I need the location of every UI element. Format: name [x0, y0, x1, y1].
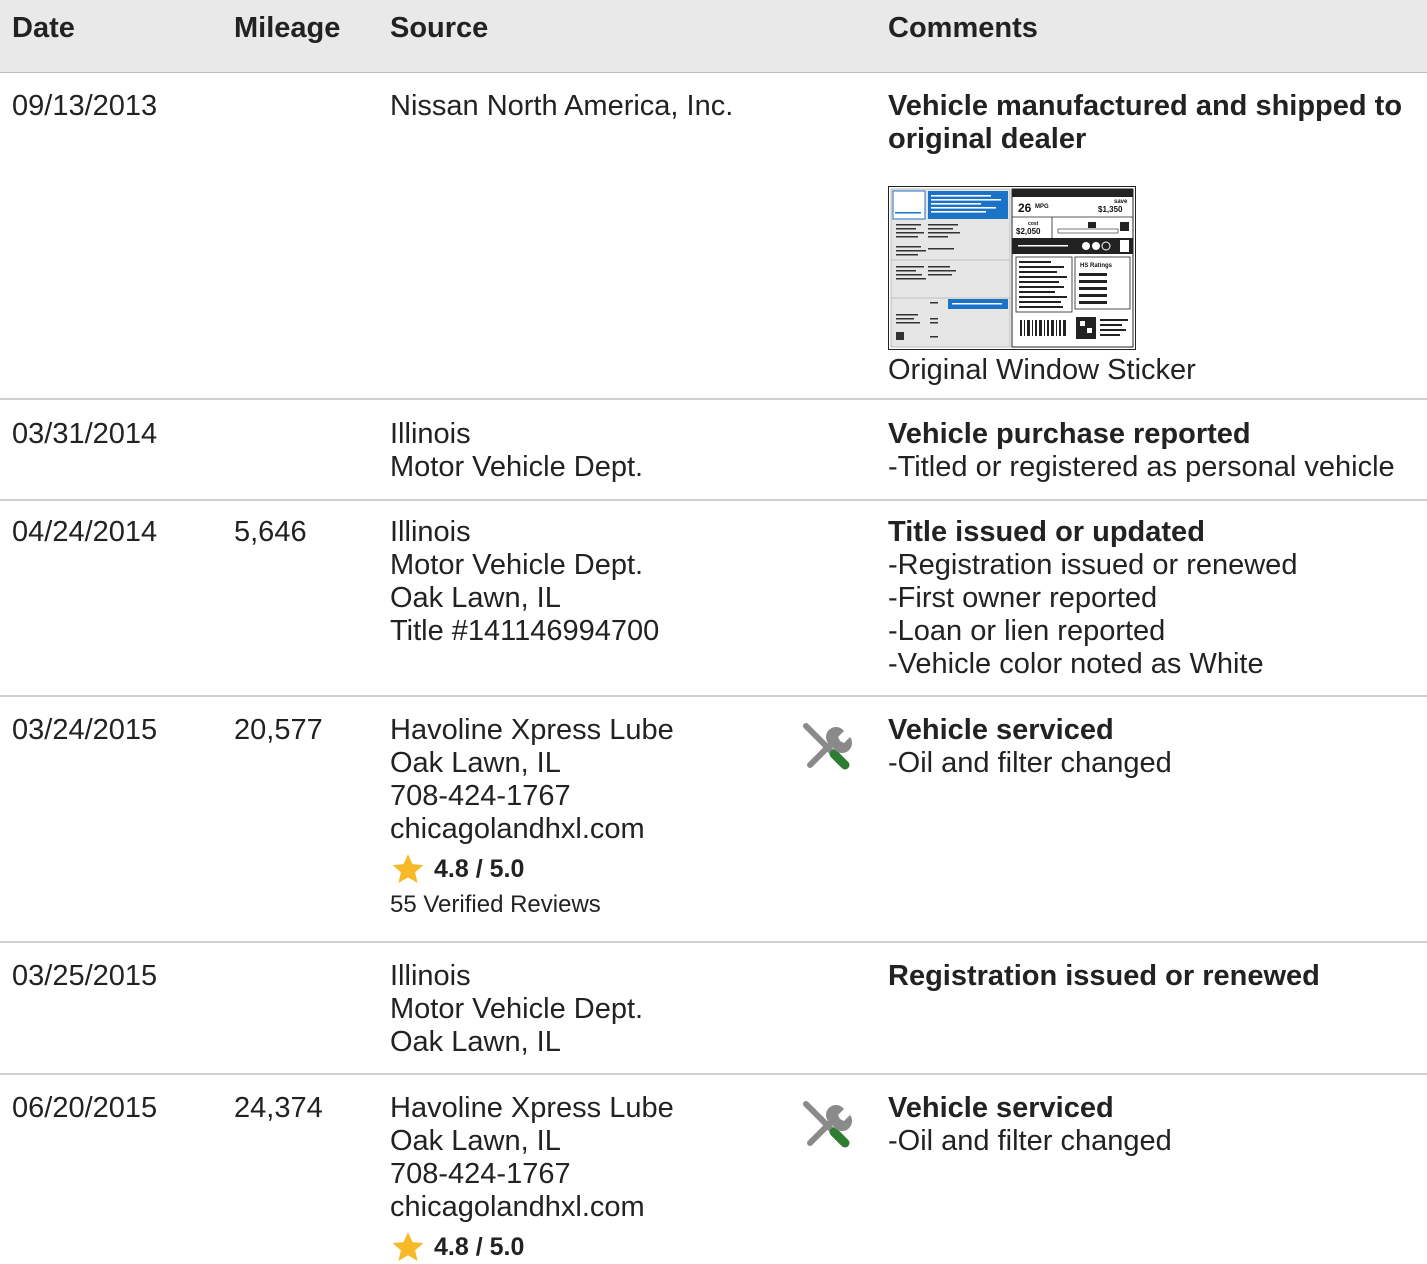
header-date: Date — [12, 12, 75, 44]
table-row: 03/25/2015 Illinois Motor Vehicle Dept. … — [0, 943, 1427, 1075]
row-source: Nissan North America, Inc. — [390, 90, 733, 123]
source-line: Illinois — [390, 418, 471, 450]
table-header: Date Mileage Source Comments — [0, 0, 1427, 73]
table-row: 04/24/2014 5,646 Illinois Motor Vehicle … — [0, 501, 1427, 697]
source-line: 708-424-1767 — [390, 780, 571, 812]
source-line: Motor Vehicle Dept. — [390, 451, 644, 483]
source-line: Nissan North America, Inc. — [390, 90, 734, 122]
source-link[interactable]: chicagolandhxl.com — [390, 1191, 674, 1224]
sticker-mpg-unit: MPG — [1035, 204, 1049, 210]
row-date: 03/24/2015 — [12, 714, 158, 746]
source-line: Oak Lawn, IL — [390, 1026, 561, 1058]
source-line: Motor Vehicle Dept. — [390, 549, 644, 581]
comment-bullet: -First owner reported — [888, 582, 1158, 614]
comment-title: Vehicle serviced — [888, 714, 1114, 746]
header-comments: Comments — [888, 12, 1038, 44]
row-mileage: 20,577 — [234, 714, 323, 746]
sticker-fuel-cost: $2,050 — [1016, 227, 1041, 236]
source-link[interactable]: chicagolandhxl.com — [390, 813, 674, 846]
row-date: 06/20/2015 — [12, 1092, 158, 1124]
source-line: Title #141146994700 — [390, 615, 660, 647]
rating-value: 4.8 / 5.0 — [434, 1232, 525, 1261]
row-date: 03/25/2015 — [12, 960, 158, 992]
source-line: Oak Lawn, IL — [390, 1125, 561, 1157]
comment-bullet: -Registration issued or renewed — [888, 549, 1298, 581]
row-date: 03/31/2014 — [12, 418, 158, 450]
table-row: 06/20/2015 24,374 Havoline Xpress Lube O… — [0, 1075, 1427, 1263]
star-icon — [392, 1232, 424, 1262]
source-line: Illinois — [390, 516, 471, 548]
row-source: Illinois Motor Vehicle Dept. Oak Lawn, I… — [390, 960, 643, 1059]
row-mileage: 24,374 — [234, 1092, 323, 1124]
row-comments: Vehicle serviced -Oil and filter changed — [888, 714, 1427, 780]
comment-title: Vehicle manufactured and shipped to orig… — [888, 90, 1403, 155]
comment-bullet: -Oil and filter changed — [888, 747, 1172, 779]
service-tools-icon — [803, 1101, 852, 1148]
row-date: 04/24/2014 — [12, 516, 158, 548]
star-icon — [392, 854, 424, 884]
row-comments: Vehicle purchase reported -Titled or reg… — [888, 418, 1427, 484]
row-comments: Vehicle serviced -Oil and filter changed — [888, 1092, 1427, 1158]
window-sticker-thumbnail[interactable]: 26 MPG save $1,350 cost $2,050 HS Rating… — [888, 186, 1136, 350]
rating[interactable]: 4.8 / 5.0 — [390, 852, 674, 886]
table-row: 03/24/2015 20,577 Havoline Xpress Lube O… — [0, 697, 1427, 943]
row-source: Havoline Xpress Lube Oak Lawn, IL 708-42… — [390, 714, 674, 920]
comment-title: Registration issued or renewed — [888, 960, 1320, 992]
source-line: Havoline Xpress Lube — [390, 1092, 674, 1124]
comment-bullet: -Oil and filter changed — [888, 1125, 1172, 1157]
row-comments: Vehicle manufactured and shipped to orig… — [888, 90, 1427, 387]
service-tools-icon — [803, 723, 852, 770]
row-comments: Title issued or updated -Registration is… — [888, 516, 1427, 681]
comment-title: Vehicle serviced — [888, 1092, 1114, 1124]
sticker-mpg: 26 — [1018, 201, 1032, 215]
sticker-save-amount: $1,350 — [1098, 205, 1123, 214]
header-mileage: Mileage — [234, 12, 341, 44]
row-comments: Registration issued or renewed — [888, 960, 1427, 993]
source-line: Oak Lawn, IL — [390, 747, 561, 779]
source-line: Illinois — [390, 960, 471, 992]
comment-bullet: -Vehicle color noted as White — [888, 648, 1264, 680]
rating-value: 4.8 / 5.0 — [434, 854, 525, 883]
reviews-link[interactable]: 55 Verified Reviews — [390, 890, 674, 920]
comment-title: Title issued or updated — [888, 516, 1205, 548]
header-source: Source — [390, 12, 489, 44]
source-line: Havoline Xpress Lube — [390, 714, 674, 746]
row-source: Illinois Motor Vehicle Dept. Oak Lawn, I… — [390, 516, 659, 648]
source-line: Motor Vehicle Dept. — [390, 993, 644, 1025]
comment-bullet: -Titled or registered as personal vehicl… — [888, 451, 1395, 483]
window-sticker-caption[interactable]: Original Window Sticker — [888, 354, 1427, 387]
source-line: Oak Lawn, IL — [390, 582, 561, 614]
comment-bullet: -Loan or lien reported — [888, 615, 1166, 647]
source-line: 708-424-1767 — [390, 1158, 571, 1190]
comment-title: Vehicle purchase reported — [888, 418, 1251, 450]
table-row: 03/31/2014 Illinois Motor Vehicle Dept. … — [0, 400, 1427, 501]
row-source: Havoline Xpress Lube Oak Lawn, IL 708-42… — [390, 1092, 674, 1264]
row-mileage: 5,646 — [234, 516, 307, 548]
table-row: 09/13/2013 Nissan North America, Inc. Ve… — [0, 73, 1427, 400]
sticker-ratings-label: HS Ratings — [1080, 263, 1113, 269]
row-date: 09/13/2013 — [12, 90, 158, 122]
rating[interactable]: 4.8 / 5.0 — [390, 1230, 674, 1264]
row-source: Illinois Motor Vehicle Dept. — [390, 418, 643, 484]
